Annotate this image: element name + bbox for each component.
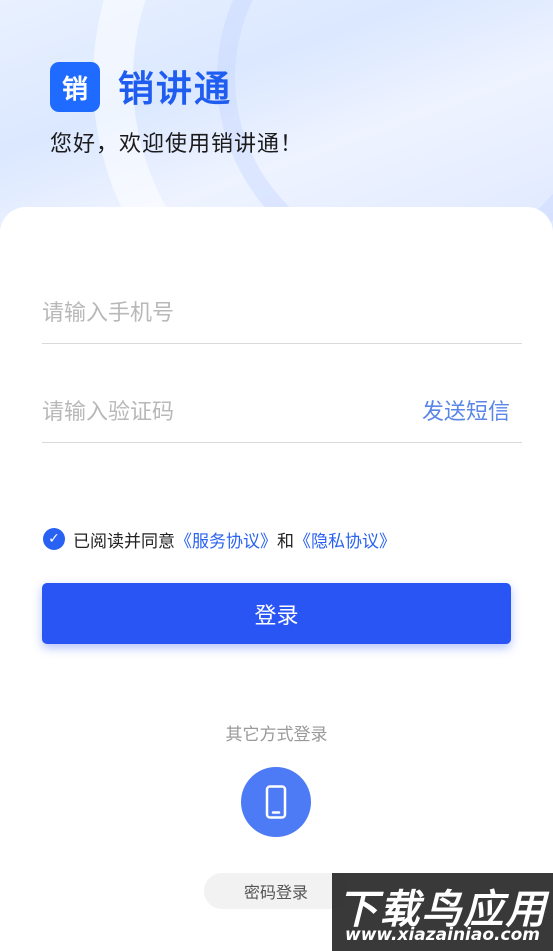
privacy-agreement-link[interactable]: 《隐私协议》 xyxy=(294,527,396,552)
phone-input[interactable] xyxy=(42,283,402,343)
logo-text: 销 xyxy=(61,74,88,105)
verification-code-input[interactable] xyxy=(42,382,402,442)
phone-field xyxy=(42,283,522,344)
other-login-title: 其它方式登录 xyxy=(225,725,328,745)
watermark: 下载鸟应用 www.xiazainiao.com xyxy=(332,873,553,951)
mobile-phone-icon xyxy=(265,785,287,819)
password-login-label: 密码登录 xyxy=(243,883,308,902)
service-agreement-link[interactable]: 《服务协议》 xyxy=(175,527,277,552)
watermark-url: www.xiazainiao.com xyxy=(345,925,540,945)
password-login-button[interactable]: 密码登录 xyxy=(204,873,348,909)
agreement-row: ✓ 已阅读并同意 《服务协议》 和 《隐私协议》 xyxy=(43,527,396,552)
send-sms-button[interactable]: 发送短信 xyxy=(422,394,510,426)
login-button[interactable]: 登录 xyxy=(42,583,511,644)
agreement-and: 和 xyxy=(277,531,294,552)
header-background xyxy=(0,0,553,240)
app-logo: 销 xyxy=(50,62,100,112)
check-icon: ✓ xyxy=(48,531,60,547)
phone-login-button[interactable] xyxy=(241,767,311,837)
welcome-text: 您好，欢迎使用销讲通！ xyxy=(50,132,304,157)
decorative-swirl-inner xyxy=(217,0,553,240)
code-field: 发送短信 xyxy=(42,382,522,443)
agreement-prefix: 已阅读并同意 xyxy=(73,531,175,552)
app-name: 销讲通 xyxy=(118,69,233,110)
agreement-checkbox[interactable]: ✓ xyxy=(43,528,65,550)
